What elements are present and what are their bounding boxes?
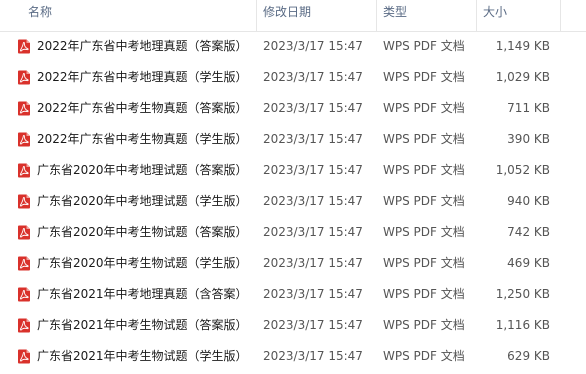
file-name[interactable]: 2022年广东省中考地理真题（答案版）: [37, 31, 248, 62]
file-modified-date: 2023/3/17 15:47: [263, 163, 363, 177]
file-row[interactable]: 广东省2020年中考生物试题（答案版） 2023/3/17 15:47 WPS PD…: [0, 217, 586, 248]
pdf-file-icon: [17, 39, 31, 54]
pdf-file-icon: [17, 70, 31, 85]
file-row[interactable]: 2022年广东省中考地理真题（学生版） 2023/3/17 15:47 WPS PD…: [0, 62, 586, 93]
file-name[interactable]: 广东省2020年中考地理试题（学生版）: [37, 186, 248, 217]
file-modified-date: 2023/3/17 15:47: [263, 287, 363, 301]
sort-ascending-icon[interactable]: ∧: [134, 0, 142, 2]
pdf-file-icon: [17, 256, 31, 271]
file-modified-date: 2023/3/17 15:47: [263, 70, 363, 84]
column-divider[interactable]: [476, 0, 477, 31]
file-type: WPS PDF 文档: [383, 225, 465, 239]
file-size: 1,149 KB: [495, 39, 550, 53]
pdf-file-icon: [17, 287, 31, 302]
file-modified-date: 2023/3/17 15:47: [263, 132, 363, 146]
file-modified-date: 2023/3/17 15:47: [263, 101, 363, 115]
file-row[interactable]: 广东省2021年中考生物试题（学生版） 2023/3/17 15:47 WPS PD…: [0, 341, 586, 372]
file-modified-date: 2023/3/17 15:47: [263, 194, 363, 208]
file-name[interactable]: 广东省2021年中考地理真题（含答案）: [37, 279, 248, 310]
pdf-file-icon: [17, 349, 31, 364]
file-size: 711 KB: [507, 101, 550, 115]
column-date[interactable]: 修改日期: [263, 0, 311, 31]
pdf-file-icon: [17, 132, 31, 147]
file-name[interactable]: 广东省2021年中考生物试题（答案版）: [37, 310, 248, 341]
file-size: 390 KB: [507, 132, 550, 146]
file-type: WPS PDF 文档: [383, 163, 465, 177]
file-size: 629 KB: [507, 349, 550, 363]
file-modified-date: 2023/3/17 15:47: [263, 225, 363, 239]
file-row[interactable]: 2022年广东省中考地理真题（答案版） 2023/3/17 15:47 WPS PD…: [0, 31, 586, 62]
file-row[interactable]: 广东省2021年中考生物试题（答案版） 2023/3/17 15:47 WPS PD…: [0, 310, 586, 341]
file-modified-date: 2023/3/17 15:47: [263, 318, 363, 332]
file-type: WPS PDF 文档: [383, 101, 465, 115]
file-size: 742 KB: [507, 225, 550, 239]
file-modified-date: 2023/3/17 15:47: [263, 349, 363, 363]
file-size: 469 KB: [507, 256, 550, 270]
file-size: 940 KB: [507, 194, 550, 208]
pdf-file-icon: [17, 225, 31, 240]
file-type: WPS PDF 文档: [383, 70, 465, 84]
file-modified-date: 2023/3/17 15:47: [263, 256, 363, 270]
column-size[interactable]: 大小: [483, 0, 507, 31]
column-type[interactable]: 类型: [383, 0, 407, 31]
file-type: WPS PDF 文档: [383, 349, 465, 363]
file-type: WPS PDF 文档: [383, 318, 465, 332]
file-type: WPS PDF 文档: [383, 194, 465, 208]
pdf-file-icon: [17, 318, 31, 333]
file-row[interactable]: 广东省2021年中考地理真题（含答案） 2023/3/17 15:47 WPS PD…: [0, 279, 586, 310]
file-name[interactable]: 广东省2020年中考地理试题（答案版）: [37, 155, 248, 186]
pdf-file-icon: [17, 101, 31, 116]
file-size: 1,116 KB: [495, 318, 550, 332]
file-name[interactable]: 广东省2020年中考生物试题（学生版）: [37, 248, 248, 279]
file-row[interactable]: 广东省2020年中考地理试题（答案版） 2023/3/17 15:47 WPS PD…: [0, 155, 586, 186]
file-size: 1,250 KB: [495, 287, 550, 301]
file-row[interactable]: 广东省2020年中考地理试题（学生版） 2023/3/17 15:47 WPS PD…: [0, 186, 586, 217]
file-size: 1,029 KB: [495, 70, 550, 84]
column-divider[interactable]: [256, 0, 257, 31]
file-row[interactable]: 2022年广东省中考生物真题（学生版） 2023/3/17 15:47 WPS PD…: [0, 124, 586, 155]
file-row[interactable]: 2022年广东省中考生物真题（答案版） 2023/3/17 15:47 WPS PD…: [0, 93, 586, 124]
column-divider[interactable]: [560, 0, 561, 31]
file-row[interactable]: 广东省2020年中考生物试题（学生版） 2023/3/17 15:47 WPS PD…: [0, 248, 586, 279]
file-name[interactable]: 2022年广东省中考地理真题（学生版）: [37, 62, 248, 93]
file-size: 1,052 KB: [495, 163, 550, 177]
file-type: WPS PDF 文档: [383, 132, 465, 146]
file-name[interactable]: 广东省2021年中考生物试题（学生版）: [37, 341, 248, 372]
file-type: WPS PDF 文档: [383, 287, 465, 301]
file-type: WPS PDF 文档: [383, 256, 465, 270]
file-modified-date: 2023/3/17 15:47: [263, 39, 363, 53]
pdf-file-icon: [17, 163, 31, 178]
pdf-file-icon: [17, 194, 31, 209]
file-list: 2022年广东省中考地理真题（答案版） 2023/3/17 15:47 WPS PD…: [0, 31, 586, 372]
file-name[interactable]: 2022年广东省中考生物真题（答案版）: [37, 93, 248, 124]
column-header: ∧ 名称 修改日期 类型 大小: [0, 0, 586, 32]
column-name[interactable]: 名称: [28, 0, 52, 31]
file-name[interactable]: 2022年广东省中考生物真题（学生版）: [37, 124, 248, 155]
column-divider[interactable]: [376, 0, 377, 31]
file-type: WPS PDF 文档: [383, 39, 465, 53]
file-name[interactable]: 广东省2020年中考生物试题（答案版）: [37, 217, 248, 248]
